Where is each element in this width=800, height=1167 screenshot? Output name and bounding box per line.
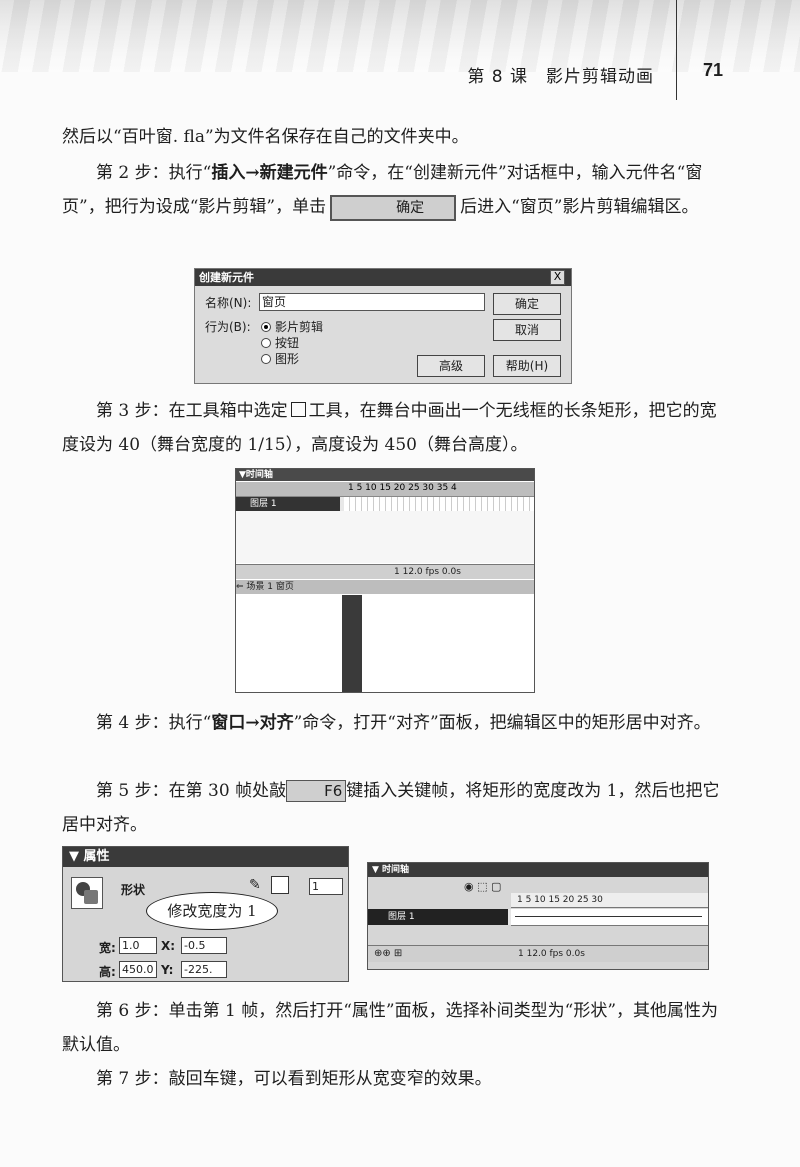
stroke-color-icon[interactable]	[271, 876, 289, 894]
step2-menu-path: 插入→新建元件	[211, 163, 328, 183]
name-input[interactable]: 窗页	[259, 293, 485, 311]
paragraph-intro-text: 然后以“百叶窗. fla”为文件名保存在自己的文件夹中。	[62, 127, 469, 147]
close-icon[interactable]: X	[550, 270, 565, 285]
radio-graphic-label: 图形	[275, 352, 300, 366]
radio-button-label: 按钮	[275, 336, 300, 350]
layer2-name: 图层 1	[368, 909, 508, 925]
timeline2-ruler: 1 5 10 15 20 25 30	[511, 893, 708, 908]
y-label: Y:	[161, 963, 174, 977]
dialog-title: 创建新元件	[195, 269, 571, 286]
paragraph-step5: 第 5 步：在第 30 帧处敲 F6 键插入关键帧，将矩形的宽度改为 1，然后也把它…	[62, 774, 722, 842]
step2-suffix: 后进入“窗页”影片剪辑编辑区。	[460, 197, 699, 217]
advanced-button[interactable]: 高级	[417, 355, 485, 377]
step5-prefix: 第 5 步：在第 30 帧处敲	[96, 781, 287, 801]
layer2-row[interactable]: 图层 1	[368, 909, 708, 926]
x-label: X:	[161, 939, 176, 953]
timeline-empty-area	[236, 511, 534, 563]
header-divider	[676, 0, 677, 100]
stage-area	[236, 595, 534, 692]
radio-icon	[261, 354, 271, 364]
y-field[interactable]: -225.	[181, 961, 227, 978]
stage-rectangle	[342, 595, 362, 692]
breadcrumb: ⇐ 场景 1 窗页	[236, 580, 534, 594]
inline-ok-button: 确定	[330, 195, 457, 221]
chapter-title: 第 8 课 影片剪辑动画	[467, 67, 654, 87]
paragraph-intro: 然后以“百叶窗. fla”为文件名保存在自己的文件夹中。	[62, 120, 722, 154]
stroke-width-field[interactable]: 1	[309, 878, 343, 895]
timeline2-status-text: 1 12.0 fps 0.0s	[518, 949, 585, 959]
step6-text: 第 6 步：单击第 1 帧，然后打开“属性”面板，选择补间类型为“形状”，其他属…	[62, 1001, 719, 1055]
radio-movie-clip[interactable]: 影片剪辑	[261, 318, 323, 335]
step4-menu-path: 窗口→对齐	[211, 713, 294, 733]
x-field[interactable]: -0.5	[181, 937, 227, 954]
cancel-button[interactable]: 取消	[493, 319, 561, 341]
radio-graphic[interactable]: 图形	[261, 350, 299, 367]
paragraph-step7: 第 7 步：敲回车键，可以看到矩形从宽变窄的效果。	[62, 1062, 722, 1096]
behavior-label: 行为(B):	[205, 320, 251, 334]
radio-movie-clip-label: 影片剪辑	[275, 320, 324, 334]
layer-row[interactable]: 图层 1	[236, 497, 534, 511]
shape-icon	[71, 877, 103, 909]
pencil-icon: ✎	[249, 877, 261, 893]
name-label: 名称(N):	[205, 296, 252, 310]
layer-name: 图层 1	[236, 497, 340, 511]
timeline2-ruler-labels: 1 5 10 15 20 25 30	[517, 895, 603, 905]
timeline-status: 1 12.0 fps 0.0s	[236, 564, 534, 579]
page-number: 71	[703, 60, 724, 80]
timeline-stage-screenshot: ▼时间轴 1 5 10 15 20 25 30 35 4 图层 1 1 12.0…	[235, 468, 535, 693]
tween-frames[interactable]	[511, 909, 708, 926]
timeline2-title: ▼ 时间轴	[368, 863, 708, 877]
f6-key: F6	[286, 780, 347, 802]
help-button[interactable]: 帮助(H)	[493, 355, 561, 377]
timeline-tween-screenshot: ▼ 时间轴 ◉ ⬚ ▢ 1 5 10 15 20 25 30 图层 1 ⊕⊕ ⊞…	[367, 862, 709, 970]
width-label: 宽:	[99, 941, 116, 955]
callout-bubble: 修改宽度为 1	[146, 892, 278, 930]
shape-label: 形状	[121, 883, 146, 897]
timeline-status-text: 1 12.0 fps 0.0s	[394, 567, 461, 577]
paragraph-step3: 第 3 步：在工具箱中选定 工具，在舞台中画出一个无线框的长条矩形，把它的宽度设为…	[62, 394, 722, 462]
radio-button[interactable]: 按钮	[261, 334, 299, 351]
step2-prefix: 第 2 步：执行“	[96, 163, 212, 183]
properties-title: ▼ 属性	[63, 847, 348, 867]
width-field[interactable]: 1.0	[119, 937, 157, 954]
step4-prefix: 第 4 步：执行“	[96, 713, 212, 733]
header-background	[0, 0, 800, 72]
radio-selected-icon	[261, 322, 271, 332]
paragraph-step2: 第 2 步：执行“插入→新建元件”命令，在“创建新元件”对话框中，输入元件名“窗…	[62, 156, 722, 224]
height-label: 高:	[99, 965, 116, 979]
paragraph-step6: 第 6 步：单击第 1 帧，然后打开“属性”面板，选择补间类型为“形状”，其他属…	[62, 994, 722, 1062]
eye-lock-outline-icons: ◉ ⬚ ▢	[464, 880, 502, 893]
step4-suffix: ”命令，打开“对齐”面板，把编辑区中的矩形居中对齐。	[293, 713, 711, 733]
paragraph-step4: 第 4 步：执行“窗口→对齐”命令，打开“对齐”面板，把编辑区中的矩形居中对齐。	[62, 706, 722, 740]
create-symbol-dialog: 创建新元件 X 名称(N): 窗页 行为(B): 影片剪辑 按钮 图形 确定 取…	[194, 268, 572, 384]
rectangle-tool-icon	[290, 402, 306, 417]
step3-prefix: 第 3 步：在工具箱中选定	[96, 401, 288, 421]
frame-strip[interactable]	[344, 497, 534, 511]
radio-icon	[261, 338, 271, 348]
ok-button[interactable]: 确定	[493, 293, 561, 315]
add-layer-icon[interactable]: ⊕⊕ ⊞	[374, 946, 402, 962]
height-field[interactable]: 450.0	[119, 961, 157, 978]
timeline-title: ▼时间轴	[236, 469, 534, 481]
timeline-ruler: 1 5 10 15 20 25 30 35 4	[236, 482, 534, 497]
step7-text: 第 7 步：敲回车键，可以看到矩形从宽变窄的效果。	[96, 1069, 492, 1089]
timeline-ruler-labels: 1 5 10 15 20 25 30 35 4	[348, 483, 457, 493]
timeline2-status: ⊕⊕ ⊞ 1 12.0 fps 0.0s	[368, 945, 708, 962]
